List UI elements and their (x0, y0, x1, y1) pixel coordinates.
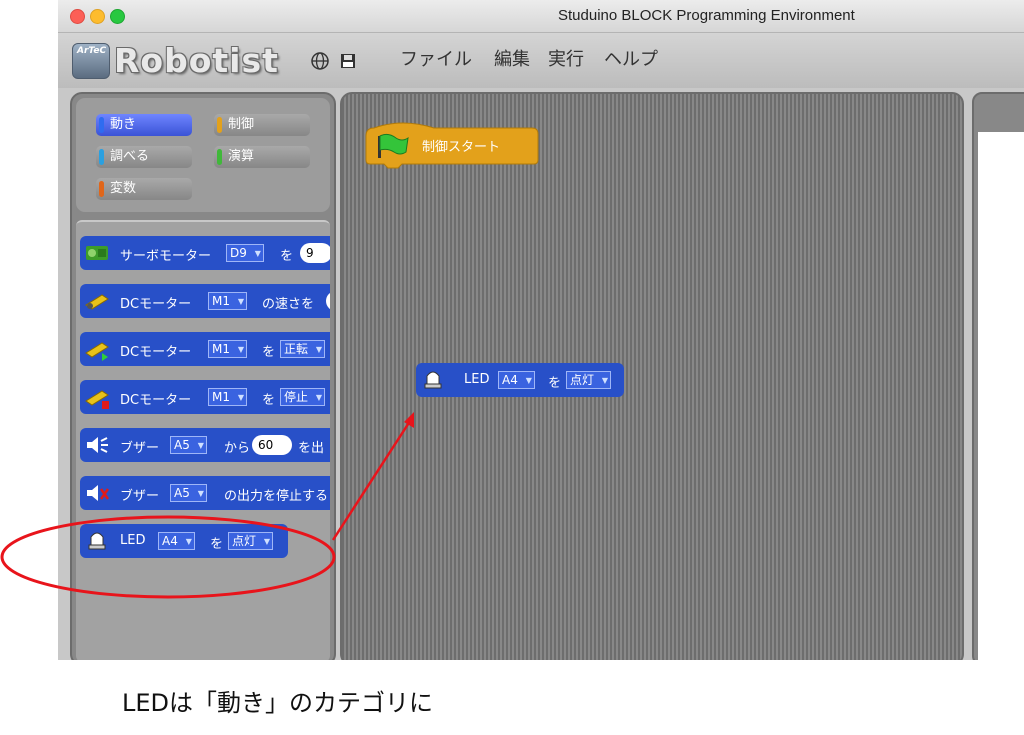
block-label: を (280, 249, 294, 264)
caption-text: LEDは「動き」のカテゴリに (122, 689, 434, 717)
dc-motor-stop-block[interactable]: DCモーター M1 を 停止 (80, 380, 330, 414)
dc-motor-direction-block[interactable]: DCモーター M1 を 正転 (80, 332, 330, 366)
category-motion[interactable]: 動き (96, 114, 192, 136)
menu-file[interactable]: ファイル (400, 45, 472, 71)
led-block[interactable]: LED A4 を 点灯 (80, 524, 288, 558)
category-label: 動き (110, 117, 137, 132)
block-label: LED (464, 372, 490, 387)
led-icon (88, 532, 106, 550)
stage-panel (972, 92, 1024, 660)
category-selector: 動き 制御 調べる 演算 変数 (76, 98, 330, 212)
title-bar: Studuino BLOCK Programming Environment (58, 0, 1024, 33)
stop-mode-dropdown[interactable]: 停止 (280, 388, 326, 406)
port-dropdown[interactable]: A5 (170, 436, 207, 454)
port-dropdown[interactable]: M1 (208, 292, 247, 310)
port-dropdown[interactable]: M1 (208, 388, 247, 406)
artec-badge-icon: ArTeC (72, 43, 110, 79)
category-operators[interactable]: 演算 (214, 146, 310, 168)
category-color-bar (217, 117, 222, 133)
block-label: を (262, 345, 276, 360)
palette-blocks: サーボモーター D9 を 9 DCモーター M1 の速さを DCモータ (76, 220, 330, 660)
block-label: LED (120, 533, 146, 548)
led-state-dropdown[interactable]: 点灯 (566, 371, 612, 389)
category-variables[interactable]: 変数 (96, 178, 192, 200)
port-dropdown[interactable]: A4 (158, 532, 195, 550)
dc-motor-forward-icon (85, 342, 109, 361)
block-palette: 動き 制御 調べる 演算 変数 サーボモーター D9 ▼ を 9 DCモーター … (70, 92, 336, 660)
menu-edit[interactable]: 編集 (494, 45, 530, 71)
category-control[interactable]: 制御 (214, 114, 310, 136)
block-label: を出 (298, 441, 325, 456)
menu-help[interactable]: ヘルプ (604, 45, 658, 71)
category-color-bar (99, 117, 104, 133)
dc-motor-icon (85, 294, 109, 310)
hat-block-label: 制御スタート (422, 140, 500, 155)
close-window-button[interactable] (70, 9, 85, 24)
start-hat-block[interactable]: 制御スタート (362, 116, 540, 170)
save-disk-icon[interactable] (338, 51, 358, 71)
direction-dropdown[interactable]: 正転 (280, 340, 326, 358)
category-label: 演算 (228, 149, 255, 164)
zoom-window-button[interactable] (110, 9, 125, 24)
dc-motor-speed-block[interactable]: DCモーター M1 の速さを (80, 284, 330, 318)
block-label: から (224, 441, 251, 456)
angle-input[interactable]: 9 (300, 243, 330, 263)
app-window: Studuino BLOCK Programming Environment A… (58, 0, 1024, 660)
servo-motor-block[interactable]: サーボモーター D9 を 9 (80, 236, 330, 270)
script-led-block[interactable]: LED A4 を 点灯 (416, 363, 624, 397)
buzzer-off-icon (87, 485, 110, 501)
category-color-bar (99, 149, 104, 165)
buzzer-stop-block[interactable]: ブザー A5 の出力を停止する (80, 476, 330, 510)
stage-canvas (978, 132, 1024, 660)
block-label: を (262, 393, 276, 408)
port-dropdown[interactable]: A5 (170, 484, 207, 502)
category-sensing[interactable]: 調べる (96, 146, 192, 168)
category-label: 制御 (228, 117, 255, 132)
robotist-logo: ArTeC Robotist (72, 41, 288, 81)
block-label: ブザー (120, 441, 160, 456)
minimize-window-button[interactable] (90, 9, 105, 24)
buzzer-block[interactable]: ブザー A5 から 60 を出 (80, 428, 330, 462)
led-state-dropdown[interactable]: 点灯 (228, 532, 274, 550)
block-label: を (548, 376, 562, 391)
port-dropdown[interactable]: M1 (208, 340, 247, 358)
menu-run[interactable]: 実行 (548, 45, 584, 71)
tone-input[interactable]: 60 (252, 435, 292, 455)
buzzer-icon (87, 437, 108, 453)
block-label: DCモーター (120, 393, 192, 408)
port-dropdown[interactable]: A4 (498, 371, 535, 389)
block-label: DCモーター (120, 297, 192, 312)
logo-text: Robotist (114, 41, 279, 80)
category-label: 調べる (110, 149, 150, 164)
servo-motor-icon (86, 246, 108, 260)
category-label: 変数 (110, 181, 137, 196)
window-title: Studuino BLOCK Programming Environment (558, 7, 855, 24)
speed-input[interactable] (326, 291, 330, 311)
block-label: DCモーター (120, 345, 192, 360)
block-label: の出力を停止する (224, 489, 329, 504)
block-label: を (210, 537, 224, 552)
dc-motor-stop-icon (85, 390, 109, 409)
block-label: ブザー (120, 489, 160, 504)
globe-icon[interactable] (310, 51, 330, 71)
toolbar: ArTeC Robotist ファイル 編集 実行 ヘルプ (58, 33, 1024, 88)
led-icon (424, 371, 442, 389)
category-color-bar (217, 149, 222, 165)
block-label: の速さを (262, 297, 315, 312)
category-color-bar (99, 181, 104, 197)
block-label: サーボモーター (120, 249, 212, 264)
port-dropdown[interactable]: D9 (226, 244, 264, 262)
